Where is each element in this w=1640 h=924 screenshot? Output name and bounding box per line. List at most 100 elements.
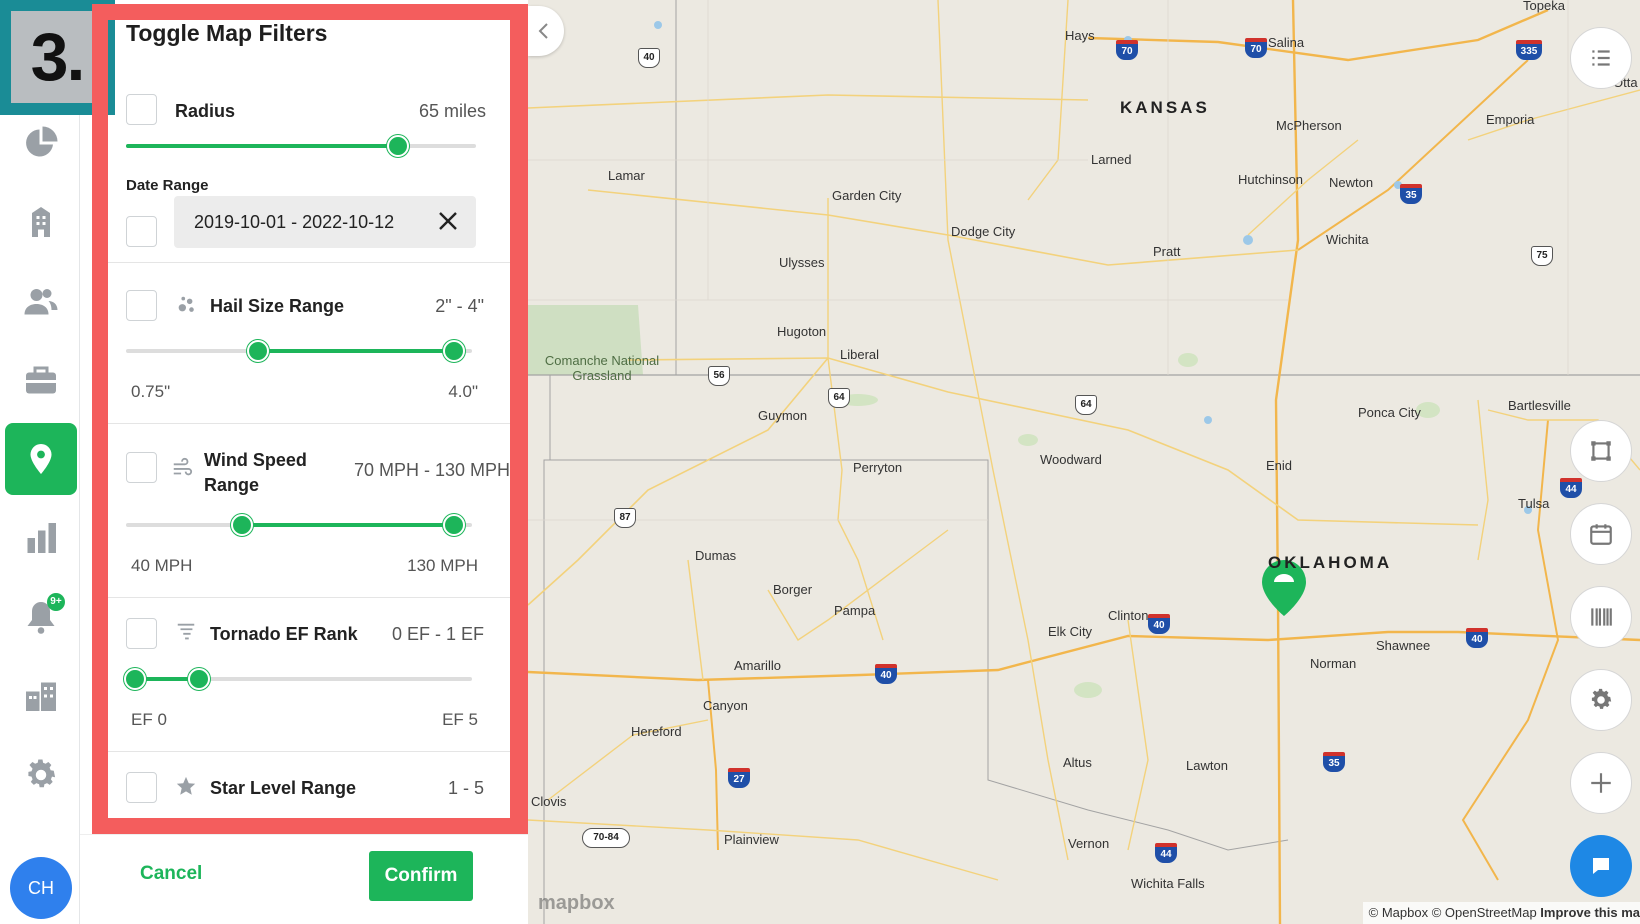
wind-checkbox[interactable] xyxy=(126,452,157,483)
filters-scroll-area[interactable]: Toggle Map Filters Radius 65 miles Date … xyxy=(108,20,510,834)
chevron-left-icon xyxy=(538,23,548,39)
wind-slider-fill xyxy=(242,523,455,527)
wind-min-label: 40 MPH xyxy=(131,556,193,575)
notification-badge: 9+ xyxy=(47,593,65,611)
hail-max-handle[interactable] xyxy=(443,340,465,362)
nav-settings[interactable] xyxy=(5,739,77,811)
divider xyxy=(108,597,510,598)
interstate-shield: 35 xyxy=(1323,752,1345,772)
state-label-oklahoma: OKLAHOMA xyxy=(1268,553,1393,572)
wind-icon xyxy=(173,457,193,476)
interstate-shield: 40 xyxy=(875,664,897,684)
calendar-button[interactable] xyxy=(1570,503,1632,565)
tornado-max-handle[interactable] xyxy=(188,668,210,690)
divider xyxy=(108,262,510,263)
nav-map[interactable] xyxy=(5,423,77,495)
user-avatar[interactable]: CH xyxy=(10,857,72,919)
star-checkbox[interactable] xyxy=(126,772,157,803)
city-label: Pratt xyxy=(1153,244,1181,259)
bar-chart-icon xyxy=(27,523,56,553)
step-badge-number: 3. xyxy=(11,11,103,103)
date-range-checkbox[interactable] xyxy=(126,216,157,247)
radius-checkbox[interactable] xyxy=(126,94,157,125)
interstate-shield: 40 xyxy=(1148,614,1170,634)
draw-area-button[interactable] xyxy=(1570,420,1632,482)
map-settings-button[interactable] xyxy=(1570,669,1632,731)
tornado-min-label: EF 0 xyxy=(131,710,167,729)
layers-button[interactable] xyxy=(1570,586,1632,648)
city-label: Bartlesville xyxy=(1508,398,1571,413)
city-label: Wichita Falls xyxy=(1131,876,1205,891)
attribution-mapbox-link[interactable]: © Mapbox xyxy=(1369,905,1428,920)
interstate-shield: 27 xyxy=(728,768,750,788)
tornado-min-handle[interactable] xyxy=(124,668,146,690)
city-label: Woodward xyxy=(1040,452,1102,467)
hail-icon xyxy=(178,296,194,312)
interstate-shield: 35 xyxy=(1400,184,1422,204)
tornado-icon xyxy=(177,623,195,640)
nav-reports[interactable] xyxy=(5,502,77,574)
briefcase-icon xyxy=(26,366,56,394)
users-icon xyxy=(24,289,58,315)
building-icon xyxy=(32,207,50,237)
attribution-improve-link[interactable]: Improve this ma xyxy=(1540,905,1640,920)
attribution-osm-link[interactable]: © OpenStreetMap xyxy=(1432,905,1537,920)
calendar-icon xyxy=(1590,524,1612,545)
panel-footer: Cancel Confirm xyxy=(80,834,528,924)
city-label: Liberal xyxy=(840,347,880,362)
hail-label: Hail Size Range xyxy=(210,296,345,316)
chat-button[interactable] xyxy=(1570,835,1632,897)
city-label: Altus xyxy=(1063,755,1092,770)
star-value: 1 - 5 xyxy=(447,778,484,798)
city-label: Lamar xyxy=(608,168,645,183)
nav-contacts[interactable] xyxy=(5,265,77,337)
left-navigation: 3. 9+ CH xyxy=(0,0,115,924)
us-highway-shield: 64 xyxy=(828,388,850,408)
nav-notifications[interactable]: 9+ xyxy=(5,581,77,653)
hail-slider-fill xyxy=(259,349,455,353)
interstate-shield: 70 xyxy=(1245,38,1267,58)
tornado-value: 0 EF - 1 EF xyxy=(391,624,484,644)
wind-min-handle[interactable] xyxy=(231,514,253,536)
city-label: Perryton xyxy=(853,460,903,475)
tornado-checkbox[interactable] xyxy=(126,618,157,649)
city-label: Topeka xyxy=(1523,0,1565,13)
city-label: Dodge City xyxy=(951,224,1016,239)
plus-icon xyxy=(1591,773,1611,793)
wind-max-handle[interactable] xyxy=(443,514,465,536)
city-label: Tulsa xyxy=(1518,496,1550,511)
cancel-button[interactable]: Cancel xyxy=(140,863,202,885)
hail-min-label: 0.75" xyxy=(131,382,171,401)
date-range-value: 2019-10-01 - 2022-10-12 xyxy=(194,212,395,232)
city-label: McPherson xyxy=(1276,118,1342,133)
date-range-input[interactable]: 2019-10-01 - 2022-10-12 xyxy=(174,196,476,248)
nav-buildings[interactable] xyxy=(5,186,77,258)
radius-label: Radius xyxy=(175,101,236,121)
city-icon xyxy=(26,682,56,711)
city-label: Hereford xyxy=(631,724,682,739)
hail-checkbox[interactable] xyxy=(126,290,157,321)
close-icon[interactable] xyxy=(436,209,460,233)
city-label: Guymon xyxy=(758,408,808,423)
city-label: Enid xyxy=(1266,458,1293,473)
radius-slider-handle[interactable] xyxy=(387,135,409,157)
city-label: Elk City xyxy=(1048,624,1093,639)
map-view[interactable]: KANSAS OKLAHOMA Topeka Hays Salina McPhe… xyxy=(528,0,1640,924)
city-label: Shawnee xyxy=(1376,638,1431,653)
nav-organization[interactable] xyxy=(5,660,77,732)
city-label: Clinton xyxy=(1108,608,1149,623)
us-highway-shield: 87 xyxy=(614,508,636,528)
hail-min-handle[interactable] xyxy=(247,340,269,362)
city-label: Wichita xyxy=(1326,232,1369,247)
confirm-button[interactable]: Confirm xyxy=(369,851,473,901)
nav-dashboard[interactable] xyxy=(5,107,77,179)
divider xyxy=(108,423,510,424)
interstate-shield: 70 xyxy=(1116,40,1138,60)
city-label: Clovis xyxy=(531,794,567,809)
mapbox-logo: mapbox xyxy=(538,892,615,914)
zoom-in-button[interactable] xyxy=(1570,752,1632,814)
list-view-button[interactable] xyxy=(1570,27,1632,89)
gear-icon xyxy=(28,759,56,788)
nav-jobs[interactable] xyxy=(5,344,77,416)
polygon-select-icon xyxy=(1591,441,1611,461)
